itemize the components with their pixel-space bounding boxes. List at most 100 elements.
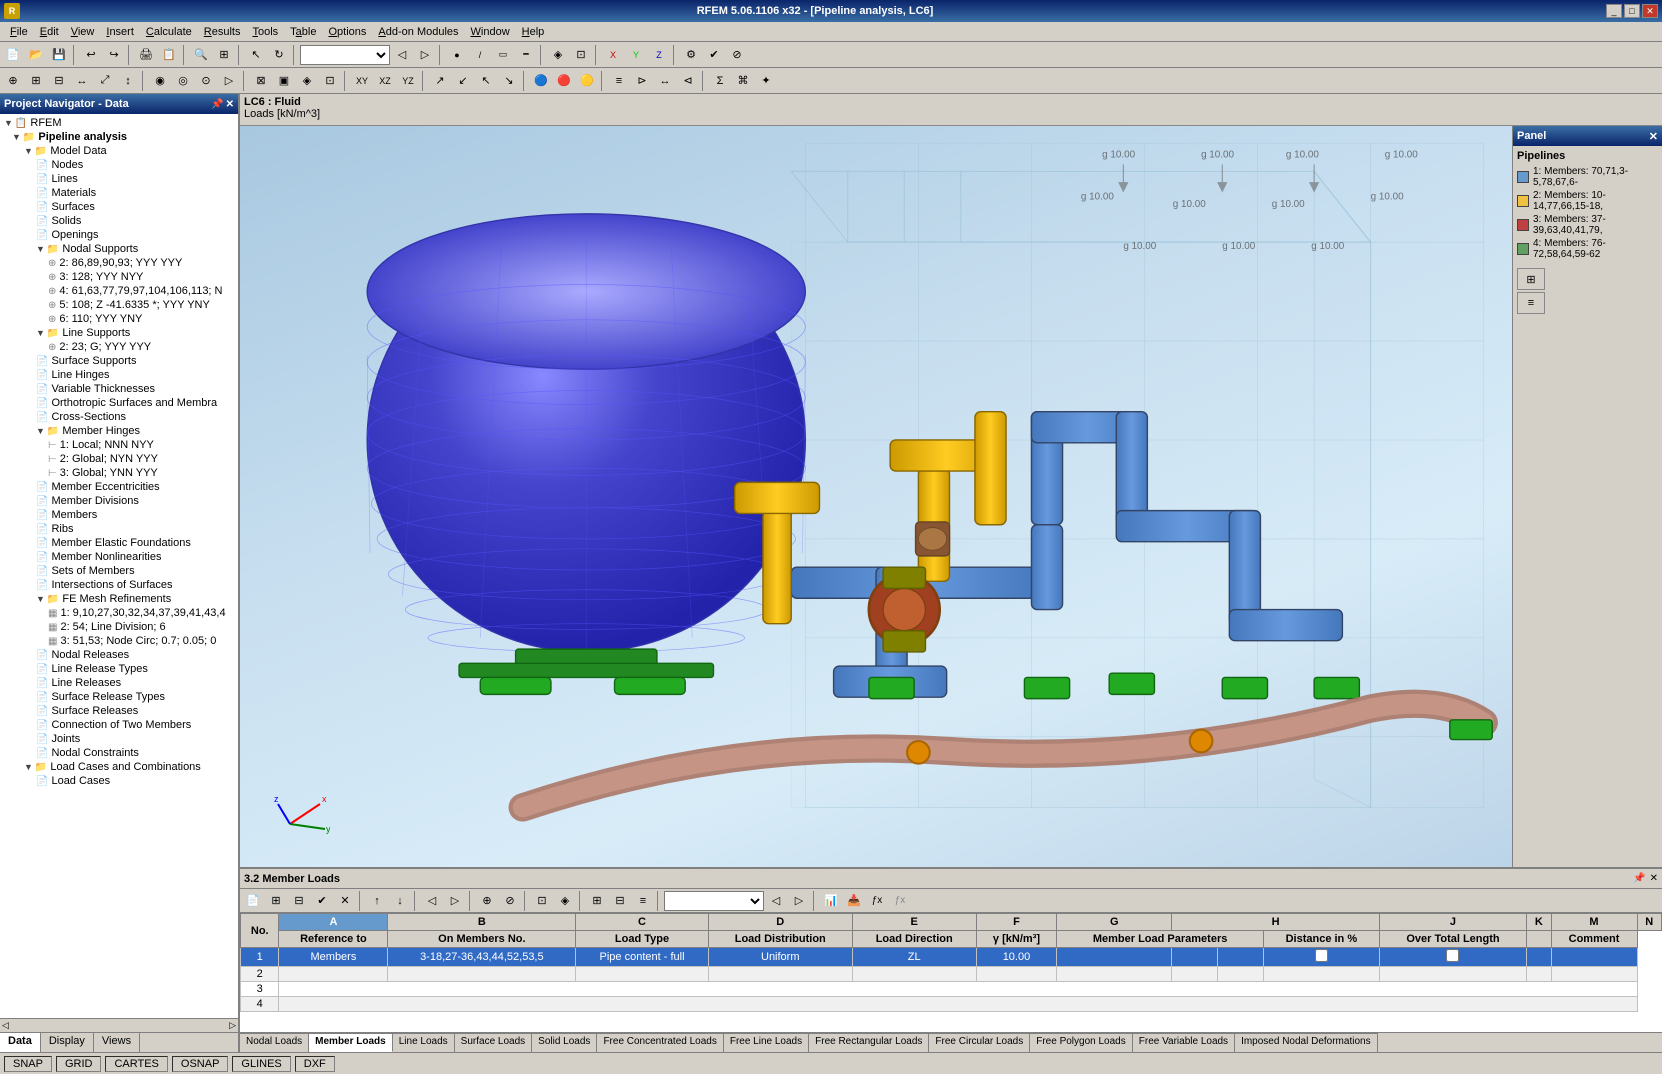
tb-member[interactable]: ━ — [515, 44, 537, 66]
tb-rotate[interactable]: ↻ — [268, 44, 290, 66]
tb-print[interactable]: 🖨 — [135, 44, 157, 66]
tree-item-linesupports[interactable]: ▼ 📁 Line Supports — [0, 326, 238, 340]
tb2-17[interactable]: YZ — [397, 70, 419, 92]
tb2-13[interactable]: ◈ — [296, 70, 318, 92]
tree-item-fem1[interactable]: ▦ 1: 9,10,27,30,32,34,37,39,41,43,4 — [0, 606, 238, 620]
menu-window[interactable]: Window — [465, 24, 516, 40]
tb2-9[interactable]: ⊙ — [195, 70, 217, 92]
tree-item-nodalreleases[interactable]: 📄 Nodal Releases — [0, 648, 238, 662]
tt-btn1[interactable]: 📄 — [242, 890, 264, 912]
tt-formula2[interactable]: ƒx — [889, 890, 911, 912]
tree-item-rfem[interactable]: ▼ 📋 RFEM — [0, 116, 238, 130]
tb2-19[interactable]: ↙ — [452, 70, 474, 92]
tb-more3[interactable]: ⊘ — [726, 44, 748, 66]
tree-item-mh1[interactable]: ⊢ 1: Local; NNN NYY — [0, 438, 238, 452]
overtotal-check[interactable] — [1446, 949, 1459, 962]
tb2-23[interactable]: 🔴 — [553, 70, 575, 92]
tree-item-pipeline[interactable]: ▼ 📁 Pipeline analysis — [0, 130, 238, 144]
tree-item-surfaces[interactable]: 📄 Surfaces — [0, 200, 238, 214]
tt-btn9[interactable]: ▷ — [444, 890, 466, 912]
tb-select[interactable]: ↖ — [245, 44, 267, 66]
tb2-20[interactable]: ↖ — [475, 70, 497, 92]
nav-scrollbar-h[interactable]: ◁ ▷ — [0, 1018, 238, 1032]
tree-item-loadcases-sub[interactable]: 📄 Load Cases — [0, 774, 238, 788]
tab-free-var-loads[interactable]: Free Variable Loads — [1133, 1033, 1235, 1052]
tb2-22[interactable]: 🔵 — [530, 70, 552, 92]
tree-item-memberelastic[interactable]: 📄 Member Elastic Foundations — [0, 536, 238, 550]
tb2-11[interactable]: ⊠ — [250, 70, 272, 92]
tb2-27[interactable]: ↔ — [654, 70, 676, 92]
tb-render[interactable]: ◈ — [547, 44, 569, 66]
table-row[interactable]: 2 — [241, 967, 1662, 982]
menu-edit[interactable]: Edit — [34, 24, 65, 40]
tab-solid-loads[interactable]: Solid Loads — [532, 1033, 597, 1052]
tab-imposed-nodal[interactable]: Imposed Nodal Deformations — [1235, 1033, 1378, 1052]
tt-btn7[interactable]: ↓ — [389, 890, 411, 912]
menu-results[interactable]: Results — [198, 24, 247, 40]
panel-close-btn[interactable]: ✕ — [1649, 130, 1658, 143]
tt-btn5[interactable]: ✕ — [334, 890, 356, 912]
tb-more2[interactable]: ✔ — [703, 44, 725, 66]
tt-btn8[interactable]: ◁ — [421, 890, 443, 912]
tb-copy[interactable]: 📋 — [158, 44, 180, 66]
status-osnap[interactable]: OSNAP — [172, 1056, 229, 1072]
tb2-14[interactable]: ⊡ — [319, 70, 341, 92]
tree-item-memberdivisions[interactable]: 📄 Member Divisions — [0, 494, 238, 508]
menu-view[interactable]: View — [65, 24, 101, 40]
lc-combo[interactable]: LC6 - Fluid — [300, 45, 390, 65]
minimize-btn[interactable]: _ — [1606, 4, 1622, 18]
menu-help[interactable]: Help — [516, 24, 551, 40]
distpct-check[interactable] — [1315, 949, 1328, 962]
tree-item-setsofmembers[interactable]: 📄 Sets of Members — [0, 564, 238, 578]
tb2-7[interactable]: ◉ — [149, 70, 171, 92]
tab-free-rect-loads[interactable]: Free Rectangular Loads — [809, 1033, 929, 1052]
tt-lc-next[interactable]: ▷ — [788, 890, 810, 912]
tree-item-nodes[interactable]: 📄 Nodes — [0, 158, 238, 172]
maximize-btn[interactable]: □ — [1624, 4, 1640, 18]
menu-insert[interactable]: Insert — [100, 24, 140, 40]
tt-btn2[interactable]: ⊞ — [265, 890, 287, 912]
tree-item-ortho[interactable]: 📄 Orthotropic Surfaces and Membra — [0, 396, 238, 410]
tab-nodal-loads[interactable]: Nodal Loads — [240, 1033, 309, 1052]
tree-item-ns4[interactable]: ⊕ 5: 108; Z -41.6335 *; YYY YNY — [0, 298, 238, 312]
tree-item-lines[interactable]: 📄 Lines — [0, 172, 238, 186]
tree-item-membereccentricities[interactable]: 📄 Member Eccentricities — [0, 480, 238, 494]
tb-node[interactable]: ● — [446, 44, 468, 66]
tb2-25[interactable]: ≡ — [608, 70, 630, 92]
tb-undo[interactable]: ↩ — [80, 44, 102, 66]
tb-open[interactable]: 📂 — [25, 44, 47, 66]
menu-file[interactable]: File — [4, 24, 34, 40]
tab-free-line-loads[interactable]: Free Line Loads — [724, 1033, 809, 1052]
tree-item-solids[interactable]: 📄 Solids — [0, 214, 238, 228]
table-row[interactable]: 4 — [241, 997, 1662, 1012]
status-glines[interactable]: GLINES — [232, 1056, 290, 1072]
tree-item-ls1[interactable]: ⊕ 2: 23; G; YYY YYY — [0, 340, 238, 354]
menu-tools[interactable]: Tools — [246, 24, 284, 40]
tree-item-materials[interactable]: 📄 Materials — [0, 186, 238, 200]
tb2-26[interactable]: ⊳ — [631, 70, 653, 92]
tree-item-linereleasetypes[interactable]: 📄 Line Release Types — [0, 662, 238, 676]
tree-item-surfacesupports[interactable]: 📄 Surface Supports — [0, 354, 238, 368]
status-snap[interactable]: SNAP — [4, 1056, 52, 1072]
nav-tab-data[interactable]: Data — [0, 1033, 41, 1052]
nav-tree[interactable]: ▼ 📋 RFEM ▼ 📁 Pipeline analysis ▼ 📁 Model… — [0, 114, 238, 1018]
tree-item-ns1[interactable]: ⊕ 2: 86,89,90,93; YYY YYY — [0, 256, 238, 270]
nav-tab-views[interactable]: Views — [94, 1033, 140, 1052]
tab-line-loads[interactable]: Line Loads — [393, 1033, 455, 1052]
tt-btn12[interactable]: ⊡ — [531, 890, 553, 912]
tb-zaxis[interactable]: Z — [648, 44, 670, 66]
tree-item-fem3[interactable]: ▦ 3: 51,53; Node Circ; 0.7; 0.05; 0 — [0, 634, 238, 648]
tt-btn6[interactable]: ↑ — [366, 890, 388, 912]
tb-more1[interactable]: ⚙ — [680, 44, 702, 66]
tree-item-ns5[interactable]: ⊕ 6: 110; YYY YNY — [0, 312, 238, 326]
tt-export[interactable]: 📊 — [820, 890, 842, 912]
tb-redo[interactable]: ↪ — [103, 44, 125, 66]
status-grid[interactable]: GRID — [56, 1056, 102, 1072]
tt-lc-prev[interactable]: ◁ — [765, 890, 787, 912]
tt-btn11[interactable]: ⊘ — [499, 890, 521, 912]
tree-item-connection2members[interactable]: 📄 Connection of Two Members — [0, 718, 238, 732]
tt-btn15[interactable]: ⊟ — [609, 890, 631, 912]
tree-item-ribs[interactable]: 📄 Ribs — [0, 522, 238, 536]
tb-wire[interactable]: ⊡ — [570, 44, 592, 66]
tab-free-circ-loads[interactable]: Free Circular Loads — [929, 1033, 1030, 1052]
